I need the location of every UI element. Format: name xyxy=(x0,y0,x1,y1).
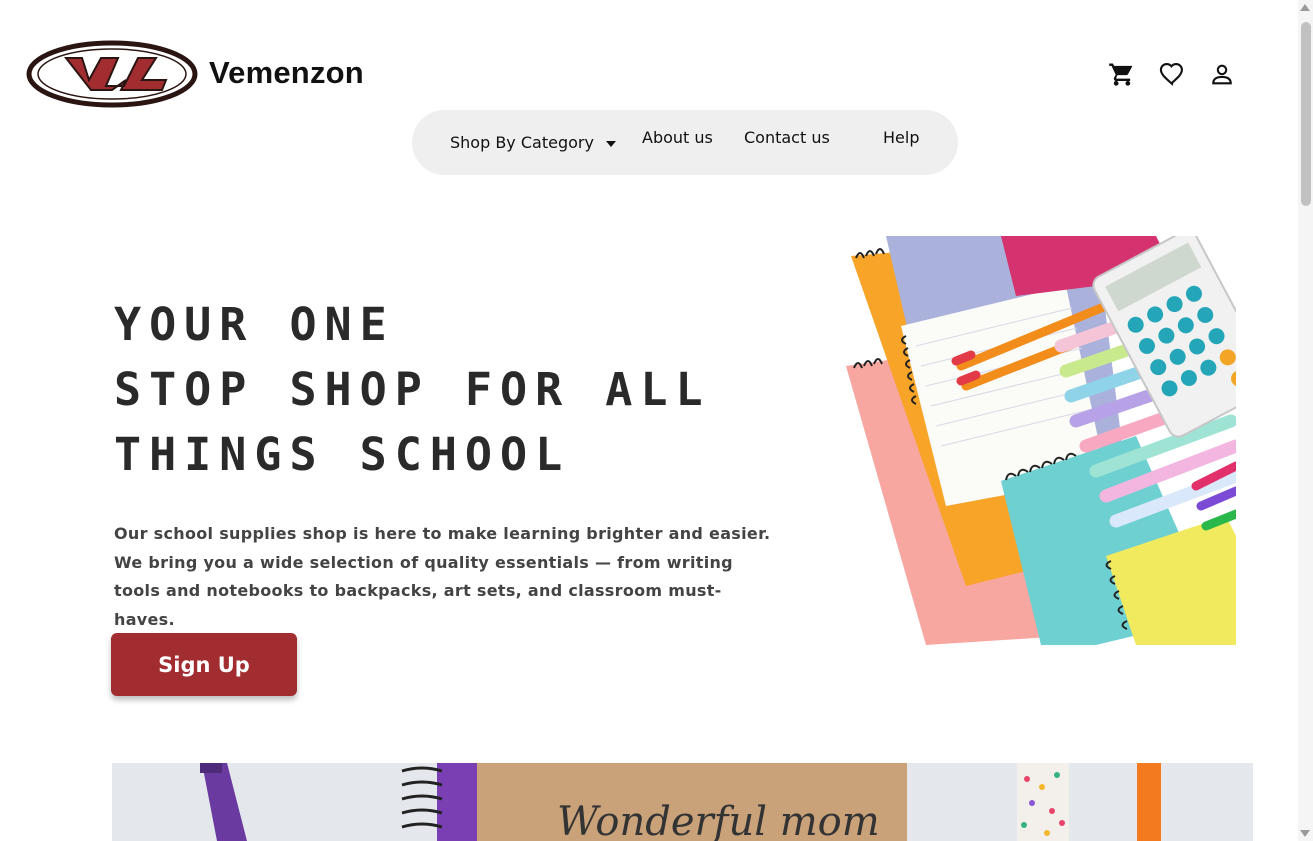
scroll-up-arrow-icon[interactable] xyxy=(1300,4,1310,11)
banner-handwriting: Wonderful mom xyxy=(557,799,880,841)
hero-description: Our school supplies shop is here to make… xyxy=(114,524,771,629)
nav-contact[interactable]: Contact us xyxy=(744,110,830,175)
hero-title: YOUR ONE STOP SHOP FOR ALL THINGS SCHOOL xyxy=(114,292,711,487)
scroll-down-arrow-icon[interactable] xyxy=(1300,830,1310,837)
hero-title-line-1: YOUR ONE xyxy=(114,298,395,351)
page-scrollbar[interactable] xyxy=(1298,0,1313,841)
nav-help[interactable]: Help xyxy=(883,110,919,175)
bottom-banner-image: Wonderful mom xyxy=(112,763,1253,841)
hero-title-line-3: THINGS SCHOOL xyxy=(114,428,571,481)
cart-icon[interactable] xyxy=(1108,60,1136,88)
main-nav: Shop By Category About us Contact us Hel… xyxy=(412,110,958,175)
user-icon[interactable] xyxy=(1208,60,1236,88)
caret-down-icon xyxy=(605,140,616,147)
nav-shop-by-category[interactable]: Shop By Category xyxy=(450,110,616,175)
header-icons xyxy=(1108,60,1236,88)
nav-about[interactable]: About us xyxy=(642,110,713,175)
hero-title-line-2: STOP SHOP FOR ALL xyxy=(114,363,711,416)
vmz-logo-icon xyxy=(26,40,198,108)
nav-shop-by-category-label: Shop By Category xyxy=(450,133,594,152)
heart-icon[interactable] xyxy=(1158,60,1186,88)
scroll-thumb[interactable] xyxy=(1301,22,1311,206)
brand-name[interactable]: Vemenzon xyxy=(209,55,364,91)
school-supplies-image xyxy=(836,236,1236,645)
signup-button[interactable]: Sign Up xyxy=(111,633,297,696)
brand-logo[interactable] xyxy=(26,40,198,108)
